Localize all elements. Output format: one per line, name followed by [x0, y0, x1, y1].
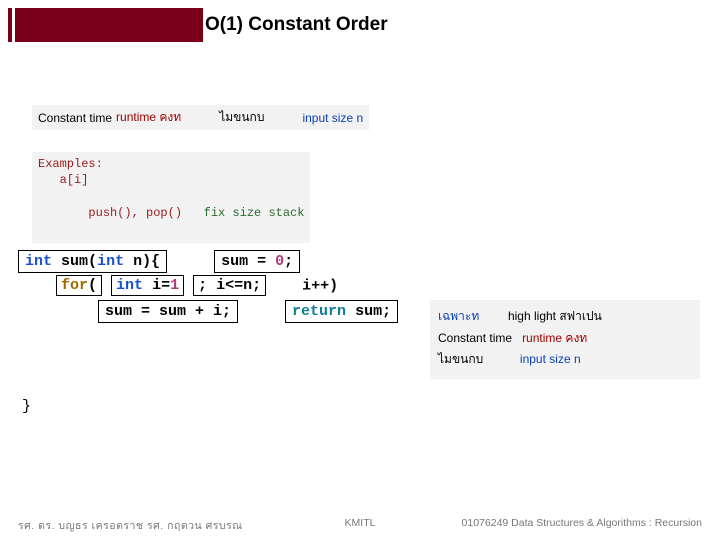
title-bar: O(1) Constant Order [8, 8, 520, 42]
code-signature: int sum(int n){ [18, 250, 167, 273]
footer-authors: รศ. ดร. บญธร เครอตราช รศ. กฤตวน ศรบรณ [18, 517, 242, 534]
r3b: input size n [520, 352, 581, 366]
code-for-row: for( int i=1 ; i<=n; i++) [56, 275, 398, 296]
right-row-1: เฉพาะท high light สฟาเปน [438, 306, 690, 328]
title-tick [12, 8, 15, 42]
paren2: ( [88, 277, 97, 294]
r2b: runtime คงท [522, 331, 587, 345]
kw-return: return [292, 303, 346, 320]
close-brace: } [22, 398, 31, 415]
ident-sum2: sum [221, 253, 248, 270]
kw-int-2: int [97, 253, 124, 270]
r1b: high light สฟาเปน [508, 309, 602, 323]
examples-line-1: a[i] [38, 172, 304, 188]
r2a: Constant time [438, 331, 512, 345]
for-box-2: int i=1 [111, 275, 184, 296]
code-return: return sum; [285, 300, 398, 323]
right-panel: เฉพาะท high light สฟาเปน Constant time r… [430, 300, 700, 379]
semi: ; [284, 253, 293, 270]
examples-fixstack: fix size stack [204, 206, 305, 220]
i-eq: i= [143, 277, 170, 294]
num-zero: 0 [275, 253, 284, 270]
right-row-3: ไมขนกบ input size n [438, 349, 690, 371]
footer-course: 01076249 Data Structures & Algorithms : … [462, 517, 702, 529]
num-one: 1 [170, 277, 179, 294]
code-sum-init: sum = 0; [214, 250, 300, 273]
cond: ; i<=n; [198, 277, 261, 294]
code-body: sum = sum + i; [98, 300, 238, 323]
constant-label: Constant time [38, 111, 112, 125]
body-text: sum = sum + i; [105, 303, 231, 320]
examples-line-2: push(), pop() fix size stack [38, 188, 304, 237]
constant-time-row: Constant time runtime คงท ไมขนกบ input s… [32, 105, 369, 130]
eq: = [248, 253, 275, 270]
page-title: O(1) Constant Order [203, 8, 520, 42]
right-row-2: Constant time runtime คงท [438, 328, 690, 350]
kw-int-3: int [116, 277, 143, 294]
for-box-1: for( [56, 275, 102, 296]
kw-for: for [61, 277, 88, 294]
footer: รศ. ดร. บญธร เครอตราช รศ. กฤตวน ศรบรณ KM… [0, 517, 720, 534]
runtime-text: runtime คงท [116, 108, 181, 127]
footer-mid: KMITL [345, 517, 376, 529]
thai-1: ไมขนกบ [219, 108, 264, 127]
input-size: input size n [302, 111, 363, 125]
for-box-3: ; i<=n; [193, 275, 266, 296]
paren: ( [88, 253, 97, 270]
ret-sum: sum; [346, 303, 391, 320]
ident-n: n){ [133, 253, 160, 270]
examples-push-pop: push(), pop() [67, 206, 204, 220]
examples-header: Examples: [38, 156, 304, 172]
ident-sum: sum [61, 253, 88, 270]
r1a: เฉพาะท [438, 309, 479, 323]
for-inc: i++) [302, 277, 338, 294]
code-area: int sum(int n){ sum = 0; for( int i=1 ; … [18, 248, 398, 323]
examples-block: Examples: a[i] push(), pop() fix size st… [32, 152, 310, 243]
r3a: ไมขนกบ [438, 352, 483, 366]
kw-int: int [25, 253, 52, 270]
